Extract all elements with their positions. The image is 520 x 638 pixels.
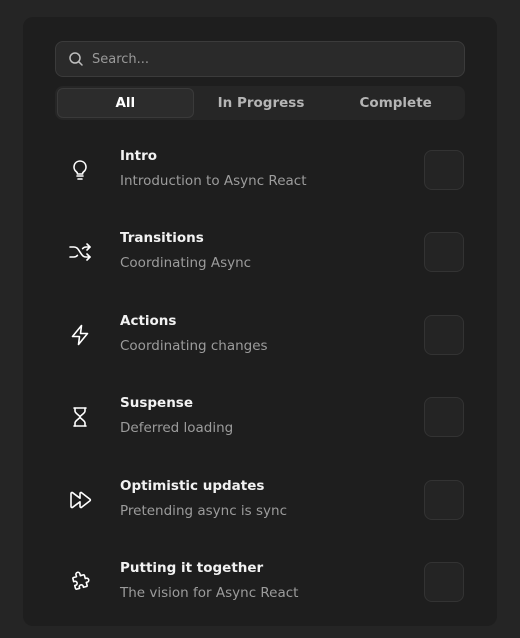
lesson-subtitle: The vision for Async React bbox=[120, 584, 299, 601]
fast-forward-icon bbox=[67, 487, 93, 513]
lightning-icon bbox=[67, 322, 93, 348]
lesson-checkbox[interactable] bbox=[424, 397, 464, 438]
lesson-checkbox[interactable] bbox=[424, 150, 464, 190]
lesson-title: Optimistic updates bbox=[120, 477, 265, 494]
list-item[interactable]: Transitions Coordinating Async bbox=[23, 225, 497, 307]
shuffle-icon bbox=[67, 239, 93, 265]
search-icon bbox=[68, 51, 84, 67]
list-item[interactable]: Intro Introduction to Async React bbox=[23, 143, 497, 225]
lessons-panel: All In Progress Complete Intro Introduct… bbox=[23, 17, 497, 626]
lesson-subtitle: Deferred loading bbox=[120, 420, 234, 437]
search-input[interactable] bbox=[92, 51, 442, 67]
lightbulb-icon bbox=[67, 157, 93, 183]
list-item[interactable]: Putting it together The vision for Async… bbox=[23, 555, 497, 637]
lesson-subtitle: Coordinating Async bbox=[120, 255, 252, 272]
list-item[interactable]: Actions Coordinating changes bbox=[23, 308, 497, 390]
tab-complete[interactable]: Complete bbox=[328, 88, 463, 118]
puzzle-icon bbox=[67, 569, 93, 595]
lesson-title: Putting it together bbox=[120, 559, 264, 576]
lesson-title: Intro bbox=[120, 148, 158, 164]
list-item[interactable]: Optimistic updates Pretending async is s… bbox=[23, 473, 497, 555]
list-item[interactable]: Suspense Deferred loading bbox=[23, 390, 497, 472]
tab-in-progress[interactable]: In Progress bbox=[194, 88, 329, 118]
tab-all[interactable]: All bbox=[57, 88, 194, 118]
lesson-subtitle: Coordinating changes bbox=[120, 337, 268, 354]
hourglass-icon bbox=[67, 404, 93, 430]
lesson-subtitle: Introduction to Async React bbox=[120, 173, 307, 189]
lesson-title: Transitions bbox=[120, 230, 204, 247]
filter-tabs: All In Progress Complete bbox=[55, 86, 465, 120]
search-bar[interactable] bbox=[55, 41, 465, 77]
lesson-checkbox[interactable] bbox=[424, 561, 464, 602]
lesson-title: Actions bbox=[120, 312, 177, 329]
lesson-checkbox[interactable] bbox=[424, 479, 464, 520]
lesson-list: Intro Introduction to Async React Transi… bbox=[23, 143, 497, 637]
lesson-subtitle: Pretending async is sync bbox=[120, 502, 287, 519]
lesson-title: Suspense bbox=[120, 395, 193, 412]
lesson-checkbox[interactable] bbox=[424, 232, 464, 273]
lesson-checkbox[interactable] bbox=[424, 314, 464, 355]
